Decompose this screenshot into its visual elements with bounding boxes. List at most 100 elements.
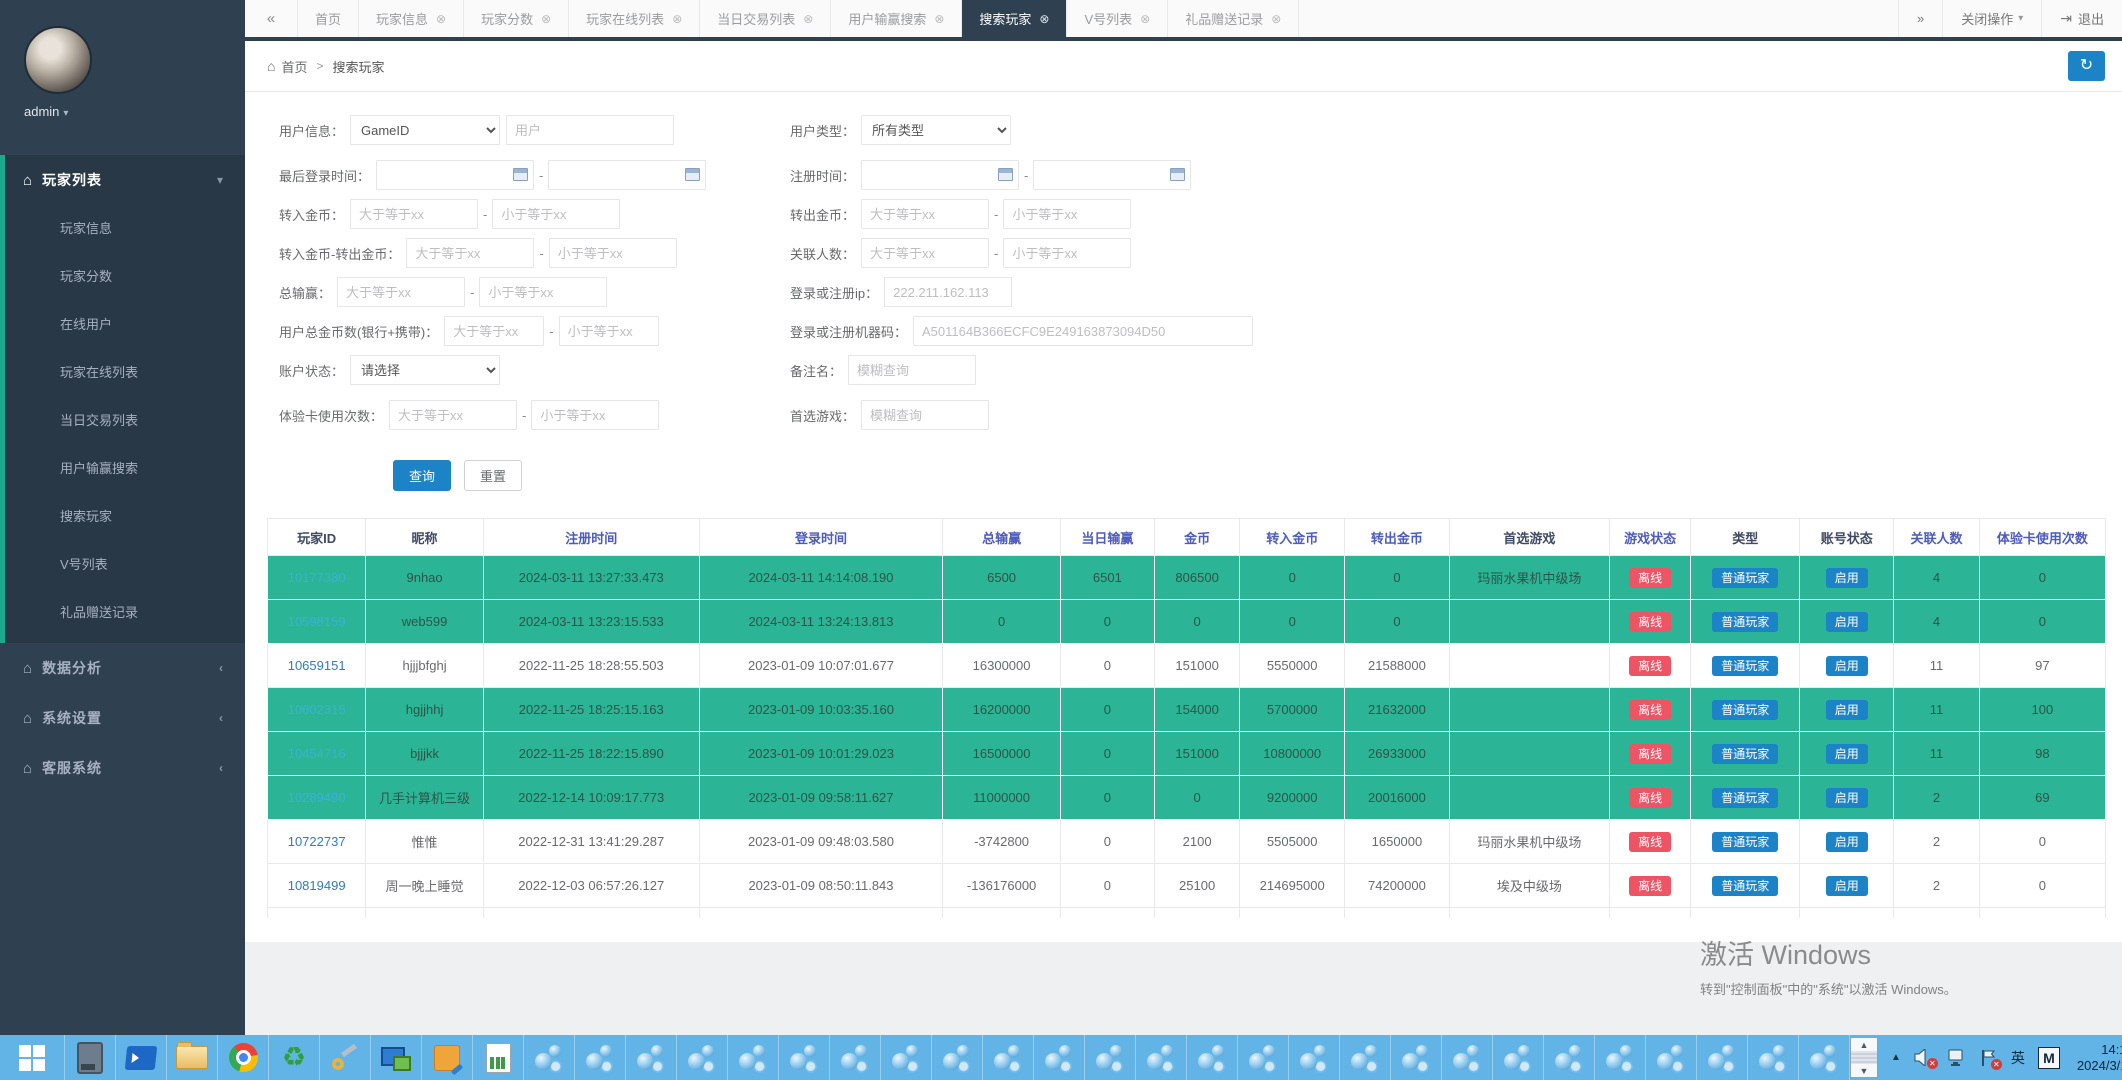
taskbar-network-app[interactable] (881, 1035, 932, 1080)
column-header-转入金币[interactable]: 转入金币 (1240, 519, 1345, 556)
account-status-badge[interactable]: 启用 (1826, 832, 1868, 852)
player-id-link[interactable]: 10819499 (288, 878, 346, 893)
avatar[interactable] (24, 26, 92, 94)
account-status-badge[interactable]: 启用 (1826, 700, 1868, 720)
taskbar-network-app[interactable] (1493, 1035, 1544, 1080)
tab-当日交易列表[interactable]: 当日交易列表⊗ (700, 0, 831, 37)
username[interactable]: admin▾ (24, 104, 245, 119)
field-最后登录时间-start-date-input[interactable] (376, 160, 534, 190)
field-用户总金币数(银行+携带)-max-input[interactable] (559, 316, 659, 346)
menu-group-header-客服系统[interactable]: ⌂客服系统‹ (0, 743, 245, 793)
field-账户状态-select[interactable]: 请选择 (350, 355, 500, 385)
column-header-注册时间[interactable]: 注册时间 (483, 519, 699, 556)
player-id-link[interactable]: 10602315 (288, 702, 346, 717)
taskbar-network-app[interactable] (830, 1035, 881, 1080)
field-体验卡使用次数-min-input[interactable] (389, 400, 517, 430)
taskbar-network-app[interactable] (1238, 1035, 1289, 1080)
field-转出金币-max-input[interactable] (1003, 199, 1131, 229)
column-header-金币[interactable]: 金币 (1154, 519, 1239, 556)
tab-close-icon[interactable]: ⊗ (672, 12, 682, 26)
input-language-indicator[interactable]: 英 (2011, 1048, 2025, 1068)
tab-close-icon[interactable]: ⊗ (803, 12, 813, 26)
taskbar-chrome[interactable] (218, 1035, 269, 1080)
close-operations-dropdown[interactable]: 关闭操作▾ (1942, 0, 2041, 37)
taskbar-powershell[interactable] (116, 1035, 167, 1080)
tray-scroll-handle[interactable] (1851, 1051, 1877, 1064)
menu-group-header-数据分析[interactable]: ⌂数据分析‹ (0, 643, 245, 693)
tabs-scroll-right-button[interactable]: » (1898, 0, 1942, 37)
field-注册时间-start-date-input[interactable] (861, 160, 1019, 190)
taskbar-deployment-tool[interactable] (422, 1035, 473, 1080)
field-体验卡使用次数-max-input[interactable] (531, 400, 659, 430)
taskbar-network-app[interactable] (1187, 1035, 1238, 1080)
taskbar-network-app[interactable] (728, 1035, 779, 1080)
column-header-体验卡使用次数[interactable]: 体验卡使用次数 (1979, 519, 2105, 556)
taskbar-network-app[interactable] (1136, 1035, 1187, 1080)
field-用户总金币数(银行+携带)-min-input[interactable] (444, 316, 544, 346)
taskbar-network-app[interactable] (1085, 1035, 1136, 1080)
player-type-badge[interactable]: 普通玩家 (1712, 568, 1778, 588)
menu-group-header-系统设置[interactable]: ⌂系统设置‹ (0, 693, 245, 743)
account-status-badge[interactable]: 启用 (1826, 744, 1868, 764)
player-id-link[interactable]: 10659151 (288, 658, 346, 673)
tab-V号列表[interactable]: V号列表⊗ (1067, 0, 1168, 37)
taskbar-network-app[interactable] (1544, 1035, 1595, 1080)
taskbar-network-app[interactable] (1748, 1035, 1799, 1080)
player-type-badge[interactable]: 普通玩家 (1712, 832, 1778, 852)
tab-close-icon[interactable]: ⊗ (1271, 12, 1281, 26)
tabs-scroll-left-button[interactable]: « (245, 0, 298, 37)
player-type-badge[interactable]: 普通玩家 (1712, 656, 1778, 676)
tray-up-arrow-icon[interactable]: ▲ (1851, 1038, 1877, 1051)
field-转入金币-转出金币-min-input[interactable] (406, 238, 534, 268)
field-总输赢-max-input[interactable] (479, 277, 607, 307)
taskbar-file-explorer[interactable] (167, 1035, 218, 1080)
taskbar-clock[interactable]: 14:19 2024/3/11 (2077, 1042, 2122, 1074)
reset-button[interactable]: 重置 (464, 460, 522, 491)
taskbar-network-app[interactable] (677, 1035, 728, 1080)
tab-玩家在线列表[interactable]: 玩家在线列表⊗ (569, 0, 700, 37)
action-center-flag-icon[interactable]: ✕ (1980, 1049, 1998, 1067)
field-转出金币-min-input[interactable] (861, 199, 989, 229)
field-登录或注册ip-input[interactable] (884, 277, 1012, 307)
taskbar-network-app[interactable] (1289, 1035, 1340, 1080)
column-header-总输赢[interactable]: 总输赢 (943, 519, 1061, 556)
player-type-badge[interactable]: 普通玩家 (1712, 700, 1778, 720)
tray-scroll-widget[interactable]: ▲ ▼ (1850, 1037, 1878, 1078)
player-id-link[interactable]: 10598159 (288, 614, 346, 629)
ime-mode-indicator[interactable]: M (2038, 1047, 2060, 1069)
column-header-游戏状态[interactable]: 游戏状态 (1610, 519, 1691, 556)
tab-玩家分数[interactable]: 玩家分数⊗ (464, 0, 569, 37)
field-关联人数-max-input[interactable] (1003, 238, 1131, 268)
column-header-转出金币[interactable]: 转出金币 (1345, 519, 1450, 556)
player-id-link[interactable]: 10289490 (288, 790, 346, 805)
sidebar-item-玩家在线列表[interactable]: 玩家在线列表 (5, 349, 245, 397)
tab-玩家信息[interactable]: 玩家信息⊗ (359, 0, 464, 37)
column-header-登录时间[interactable]: 登录时间 (699, 519, 943, 556)
menu-group-header-玩家列表[interactable]: ⌂玩家列表▾ (5, 155, 245, 205)
tab-close-icon[interactable]: ⊗ (436, 12, 446, 26)
account-status-badge[interactable]: 启用 (1826, 876, 1868, 896)
field-转入金币-min-input[interactable] (350, 199, 478, 229)
taskbar-network-app[interactable] (524, 1035, 575, 1080)
player-type-badge[interactable]: 普通玩家 (1712, 744, 1778, 764)
tray-down-arrow-icon[interactable]: ▼ (1851, 1064, 1877, 1077)
account-status-badge[interactable]: 启用 (1826, 656, 1868, 676)
sidebar-item-用户输赢搜索[interactable]: 用户输赢搜索 (5, 445, 245, 493)
sidebar-item-玩家信息[interactable]: 玩家信息 (5, 205, 245, 253)
volume-muted-icon[interactable]: ✕ (1914, 1049, 1934, 1066)
tab-搜索玩家[interactable]: 搜索玩家⊗ (962, 0, 1067, 37)
taskbar-network-app[interactable] (983, 1035, 1034, 1080)
sidebar-item-V号列表[interactable]: V号列表 (5, 541, 245, 589)
taskbar-network-app[interactable] (1442, 1035, 1493, 1080)
taskbar-server-manager[interactable] (65, 1035, 116, 1080)
account-status-badge[interactable]: 启用 (1826, 788, 1868, 808)
player-type-badge[interactable]: 普通玩家 (1712, 612, 1778, 632)
tab-礼品赠送记录[interactable]: 礼品赠送记录⊗ (1168, 0, 1299, 37)
player-type-badge[interactable]: 普通玩家 (1712, 788, 1778, 808)
show-hidden-icons-button[interactable]: ▲ (1891, 1052, 1901, 1063)
taskbar-network-app[interactable] (1646, 1035, 1697, 1080)
field-用户信息-input[interactable] (506, 115, 674, 145)
account-status-badge[interactable]: 启用 (1826, 612, 1868, 632)
taskbar-network-app[interactable] (1034, 1035, 1085, 1080)
tab-用户输赢搜索[interactable]: 用户输赢搜索⊗ (831, 0, 962, 37)
